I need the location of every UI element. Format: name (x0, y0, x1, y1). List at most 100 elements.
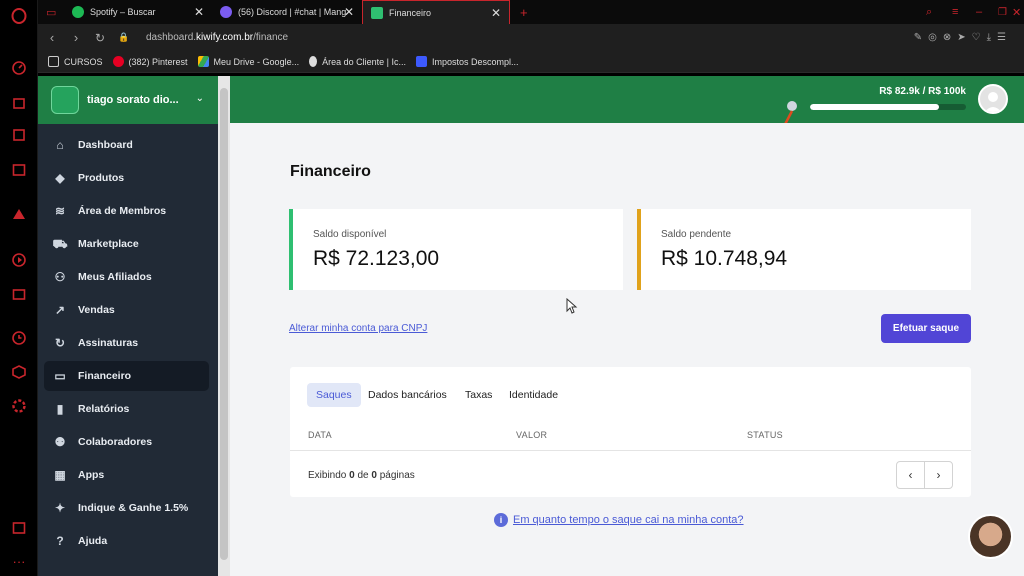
sidebar-item-produtos[interactable]: ◆ Produtos (44, 163, 209, 193)
chevron-down-icon: ⌄ (195, 93, 204, 104)
refresh-icon: ↻ (54, 336, 66, 350)
sidebar-item-relatorios[interactable]: ▮ Relatórios (44, 394, 209, 424)
folder-icon (48, 56, 59, 67)
bookmark-impostos[interactable]: Impostos Descompl... (415, 56, 519, 67)
sidebar-item-dashboard[interactable]: ⌂ Dashboard (44, 130, 209, 160)
bookmark-drive[interactable]: Meu Drive - Google... (197, 56, 299, 67)
bag-icon[interactable] (11, 94, 27, 110)
wallet-icon[interactable] (11, 286, 27, 302)
screenshot-icon[interactable] (11, 520, 27, 536)
tab-saques[interactable]: Saques (307, 383, 361, 407)
opera-logo-icon[interactable] (11, 8, 27, 24)
sidebar-item-label: Relatórios (78, 403, 130, 415)
close-tab-icon[interactable]: ✕ (344, 5, 354, 19)
more-icon[interactable]: ··· (11, 554, 27, 570)
history-icon[interactable] (11, 330, 27, 346)
search-tabs-icon[interactable]: ⌕ (918, 0, 940, 24)
close-tab-icon[interactable]: ✕ (194, 5, 204, 19)
tab-financeiro[interactable]: Financeiro ✕ (362, 0, 510, 24)
scrollbar-thumb[interactable] (220, 88, 228, 560)
sidebar-item-financeiro[interactable]: ▭ Financeiro (44, 361, 209, 391)
sidebar-item-marketplace[interactable]: ⛟ Marketplace (44, 229, 209, 259)
info-icon: i (494, 513, 508, 527)
mouse-cursor (566, 298, 578, 314)
bar-chart-icon: ▮ (56, 402, 64, 416)
sidebar-item-label: Indique & Ganhe 1.5% (78, 502, 189, 514)
change-to-cnpj-link[interactable]: Alterar minha conta para CNPJ (289, 323, 427, 334)
bookmark-pinterest[interactable]: (382) Pinterest (112, 56, 188, 67)
sidebar-item-label: Meus Afiliados (78, 271, 152, 283)
pending-balance-label: Saldo pendente (661, 229, 732, 240)
sidebar-item-ajuda[interactable]: ? Ajuda (44, 526, 209, 556)
lock-icon: 🔒 (118, 32, 130, 42)
pending-balance-value: R$ 10.748,94 (661, 247, 788, 270)
help-icon: ? (56, 534, 64, 548)
sidebar-item-label: Ajuda (78, 535, 108, 547)
close-tab-icon[interactable]: ✕ (491, 6, 501, 20)
pagination-controls: ‹ › (896, 461, 953, 489)
pointer-icon: ✦ (54, 501, 66, 515)
column-header-status: STATUS (747, 430, 783, 440)
sidebar-item-vendas[interactable]: ↗ Vendas (44, 295, 209, 325)
player-icon[interactable] (11, 252, 27, 268)
settings-icon[interactable] (11, 398, 27, 414)
sidebar-item-meus[interactable]: ⚇ Meus Afiliados (44, 262, 209, 292)
pinterest-icon (112, 56, 124, 67)
next-page-button[interactable]: › (924, 462, 952, 488)
previous-page-button[interactable]: ‹ (897, 462, 924, 488)
app-header: R$ 82.9k / R$ 100k (230, 76, 1024, 136)
tab-discord[interactable]: (56) Discord | #chat | Mang ✕ (212, 0, 362, 24)
kiwify-icon (371, 6, 383, 19)
avatar[interactable] (978, 84, 1008, 114)
forward-icon[interactable]: › (64, 30, 88, 45)
pending-balance-card: Saldo pendente R$ 10.748,94 (637, 209, 971, 290)
aria-icon[interactable] (11, 206, 27, 222)
discord-icon (220, 6, 232, 18)
sidebar-item-label: Apps (78, 469, 105, 481)
tab-spotify[interactable]: Spotify – Buscar ✕ (64, 0, 212, 24)
bookmarks-bar: CURSOS (382) Pinterest Meu Drive - Googl… (38, 51, 1024, 73)
back-icon[interactable]: ‹ (40, 30, 64, 45)
menu-icon[interactable]: ≡ (944, 0, 966, 24)
withdraw-button[interactable]: Efetuar saque (881, 314, 971, 343)
reload-icon[interactable]: ↻ (88, 31, 112, 45)
spotify-icon (72, 6, 84, 18)
twitch-icon[interactable] (11, 128, 27, 144)
pagination-info: Exibindo 0 de 0 páginas (308, 470, 415, 481)
withdraw-time-help-link[interactable]: i Em quanto tempo o saque cai na minha c… (494, 513, 744, 527)
account-switcher[interactable]: tiago sorato dio... ⌄ (38, 76, 218, 124)
new-tab-button[interactable]: + (512, 0, 536, 24)
column-header-valor: VALOR (516, 430, 548, 440)
sidebar-item-apps[interactable]: ▦ Apps (44, 460, 209, 490)
sidebar-item-indique[interactable]: ✦ Indique & Ganhe 1.5% (44, 493, 209, 523)
cube-icon[interactable] (11, 364, 27, 380)
bookmark-area-cliente[interactable]: Área do Cliente | Ic... (309, 56, 406, 67)
minimize-icon[interactable]: – (968, 0, 990, 24)
sidebar-item-label: Produtos (78, 172, 125, 184)
browser-sidebar: ··· (0, 0, 38, 576)
table-divider (290, 450, 971, 451)
main-content: Financeiro Saldo disponível R$ 72.123,00… (230, 123, 1024, 576)
sidebar-item-area[interactable]: ≋ Área de Membros (44, 196, 209, 226)
available-balance-label: Saldo disponível (313, 229, 387, 240)
card-icon: ▭ (54, 369, 66, 383)
sidebar-item-label: Vendas (78, 304, 115, 316)
tab-dados-bancarios[interactable]: Dados bancários (359, 383, 456, 407)
users-icon: ⚇ (54, 270, 66, 284)
sidebar-item-assinaturas[interactable]: ↻ Assinaturas (44, 328, 209, 358)
sidebar-item-label: Assinaturas (78, 337, 139, 349)
available-balance-value: R$ 72.123,00 (313, 247, 440, 270)
calendar-icon[interactable] (11, 162, 27, 178)
presenter-webcam (968, 514, 1013, 559)
tab-identidade[interactable]: Identidade (500, 383, 567, 407)
sidebar-item-colaboradores[interactable]: ⚉ Colaboradores (44, 427, 209, 457)
available-balance-card: Saldo disponível R$ 72.123,00 (289, 209, 623, 290)
speed-dial-icon[interactable] (11, 60, 27, 76)
window-close-icon[interactable]: ✕ (1004, 0, 1024, 24)
trend-icon: ↗ (54, 303, 66, 317)
toolbar-icons[interactable]: ✎◎⊗➤♡⤓☰ (914, 32, 1012, 43)
tab-taxas[interactable]: Taxas (456, 383, 501, 407)
url-field[interactable]: dashboard.kiwify.com.br/finance (146, 32, 288, 43)
revenue-goal-text: R$ 82.9k / R$ 100k (879, 86, 966, 97)
bookmark-cursos[interactable]: CURSOS (48, 56, 103, 67)
